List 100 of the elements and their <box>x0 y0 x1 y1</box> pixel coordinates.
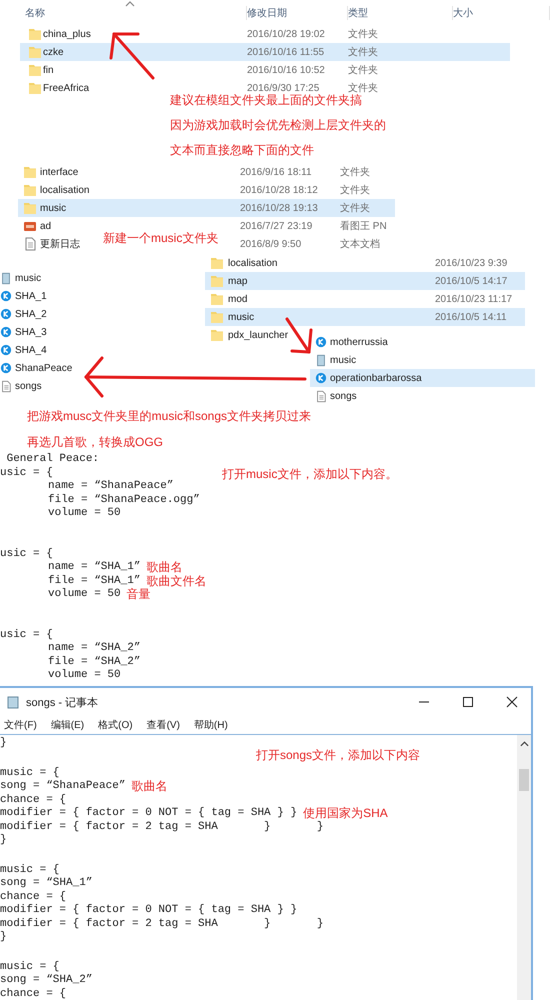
scrollbar[interactable] <box>517 735 531 1000</box>
file-row[interactable]: operationbarbarossa <box>310 369 535 387</box>
code-line: modifier = { factor = 0 NOT = { tag = SHA } } <box>0 807 298 820</box>
audio-file-icon <box>315 336 327 348</box>
menu-item[interactable]: 编辑(E) <box>50 718 84 732</box>
code-line: usic = { <box>0 628 53 642</box>
scroll-up-icon[interactable] <box>520 741 528 747</box>
file-row[interactable]: SHA_3 <box>0 323 72 341</box>
code-line: music = { <box>0 960 60 974</box>
file-date: 2016/8/9 9:50 <box>240 238 302 250</box>
code-line: name = “SHA_2” <box>47 642 140 656</box>
column-header[interactable]: 类型 <box>348 6 453 20</box>
menu-item[interactable]: 格式(O) <box>98 718 133 732</box>
folder-icon <box>28 63 42 77</box>
file-date: 2016/10/28 19:13 <box>240 202 318 214</box>
menu-item[interactable]: 帮助(H) <box>194 718 228 732</box>
column-header[interactable]: 名称 <box>25 6 247 20</box>
file-row[interactable]: czke 2016/10/16 11:55 文件夹 <box>20 43 510 61</box>
annotation-note: 音量 <box>126 586 151 604</box>
file-row[interactable]: songs <box>310 387 535 405</box>
file-row[interactable]: localisation 2016/10/23 9:39 <box>205 254 525 272</box>
file-name[interactable]: interface <box>40 166 78 178</box>
file-name[interactable]: 更新日志 <box>40 237 80 251</box>
annotation-note: 把游戏musc文件夹里的music和songs文件夹拷贝过来 <box>27 408 312 425</box>
file-row[interactable]: songs <box>0 377 72 395</box>
file-row[interactable]: music 2016/10/5 14:11 <box>205 308 525 326</box>
code-line: song = “SHA_2” <box>0 974 92 988</box>
image-file-icon <box>23 219 37 233</box>
code-line: song = “SHA_1” <box>0 877 92 890</box>
maximize-icon[interactable] <box>462 696 474 708</box>
folder-icon <box>210 256 224 270</box>
file-row[interactable]: SHA_4 <box>0 341 72 359</box>
window-title: songs - 记事本 <box>26 696 98 710</box>
folder-icon <box>28 81 42 95</box>
file-row[interactable]: ShanaPeace <box>0 359 72 377</box>
folder-icon <box>210 310 224 324</box>
code-line: chance = { <box>0 794 66 807</box>
menu-item[interactable]: 文件(F) <box>4 718 37 732</box>
menu-item[interactable]: 查看(V) <box>146 718 180 732</box>
config-file-icon <box>315 354 327 366</box>
file-row[interactable]: map 2016/10/5 14:17 <box>205 272 525 290</box>
file-row[interactable]: music <box>0 269 72 287</box>
file-date: 2016/7/27 23:19 <box>240 220 312 232</box>
document-icon <box>23 237 37 251</box>
folder-icon <box>23 201 37 215</box>
file-type: 文本文档 <box>340 238 380 251</box>
folder-icon <box>210 274 224 288</box>
code-line: name = “SHA_1” <box>47 561 140 574</box>
file-row[interactable]: SHA_2 <box>0 305 72 323</box>
code-line: usic = { <box>0 548 53 561</box>
file-name[interactable]: localisation <box>40 184 90 196</box>
column-header[interactable]: 大小 <box>453 6 550 20</box>
annotation-note: 打开songs文件，添加以下内容 <box>256 747 420 764</box>
annotation-note: 歌曲名 <box>131 778 168 796</box>
file-date: 2016/9/16 18:11 <box>240 166 312 178</box>
annotation-note: 歌曲名 <box>146 559 182 575</box>
folder-icon <box>210 292 224 306</box>
code-line: } <box>0 737 7 750</box>
folder-icon <box>28 27 42 41</box>
annotation-note: 新建一个music文件夹 <box>103 230 218 247</box>
scroll-thumb[interactable] <box>519 769 529 791</box>
file-row[interactable]: music <box>310 351 535 369</box>
annotation-note: 打开music文件，添加以下内容。 <box>222 466 398 483</box>
annotation-note: 再选几首歌，转换成OGG <box>27 434 164 451</box>
selected-row-highlight[interactable]: music 2016/10/28 19:13 文件夹 <box>18 199 395 217</box>
code-line: file = “SHA_2” <box>47 656 140 669</box>
code-line: modifier = { factor = 0 NOT = { tag = SHA } } <box>0 904 298 918</box>
file-name[interactable]: music <box>40 202 66 214</box>
code-line: volume = 50 <box>47 669 121 682</box>
file-row[interactable]: china_plus 2016/10/28 19:02 文件夹 <box>20 25 510 43</box>
code-line: General Peace: <box>6 453 100 466</box>
document-icon <box>315 390 327 402</box>
annotation-note: 建议在模组文件夹最上面的文件夹搞 <box>170 92 363 109</box>
annotation-note: 文本而直接忽略下面的文件 <box>170 142 315 159</box>
audio-file-icon <box>315 372 327 384</box>
code-line: file = “SHA_1” <box>47 574 140 588</box>
column-header[interactable]: 修改日期 <box>247 6 348 20</box>
file-row[interactable]: fin 2016/10/16 10:52 文件夹 <box>20 61 510 79</box>
sort-caret-icon <box>125 1 135 7</box>
code-line: volume = 50 <box>47 588 121 602</box>
folder-icon <box>23 165 37 179</box>
file-type: 文件夹 <box>340 184 370 197</box>
code-line: } <box>0 931 7 944</box>
folder-icon <box>23 183 37 197</box>
code-line: file = “ShanaPeace.ogg” <box>47 494 200 507</box>
file-type: 文件夹 <box>340 202 370 215</box>
file-type: 看图王 PN <box>340 220 387 233</box>
annotation-note: 歌曲文件名 <box>146 572 206 588</box>
file-row[interactable]: SHA_1 <box>0 287 72 305</box>
close-icon[interactable] <box>506 696 518 708</box>
file-name[interactable]: ad <box>40 220 52 232</box>
file-row[interactable]: pdx_launcher <box>205 326 294 344</box>
code-line: music = { <box>0 864 60 877</box>
code-line: song = “ShanaPeace” <box>0 780 126 794</box>
file-row[interactable]: mod 2016/10/23 11:17 <box>205 290 525 308</box>
file-row[interactable]: motherrussia <box>310 333 535 351</box>
code-line: usic = { <box>0 466 53 480</box>
code-line: } <box>0 834 7 848</box>
config-file-icon <box>0 272 12 284</box>
file-type: 文件夹 <box>340 166 370 179</box>
